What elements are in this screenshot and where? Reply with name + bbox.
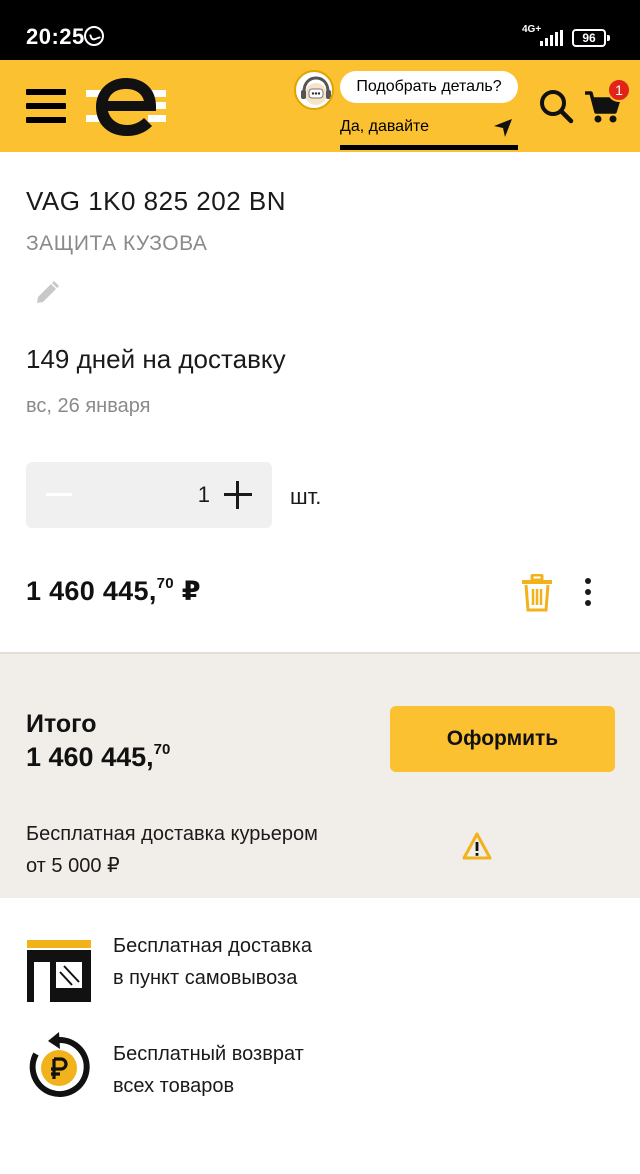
bot-question-bubble: Подобрать деталь? [340,71,518,103]
menu-icon[interactable] [26,89,66,123]
more-options-icon[interactable] [580,578,596,608]
bot-reply-text: Да, давайте [340,118,430,135]
product-category: ЗАЩИТА КУЗОВА [26,232,208,255]
bot-avatar[interactable] [294,70,334,110]
trash-icon[interactable] [520,574,554,612]
feature-free-pickup: Бесплатная доставка в пункт самовывоза [0,930,640,1020]
delivery-date: вс, 26 января [26,395,151,417]
free-courier-notice: Бесплатная доставка курьером от 5 000 ₽ [26,823,318,877]
search-icon[interactable] [538,88,574,124]
bot-reply-field[interactable]: Да, давайте [340,112,518,150]
delivery-days: 149 дней на доставку [26,344,286,374]
cart-count-badge: 1 [607,78,631,102]
status-bar: 20:25 4G+ 96 [0,0,640,60]
feature-free-return: Бесплатный возврат всех товаров [0,1032,640,1126]
checkout-button[interactable]: Оформить [390,706,615,772]
quantity-unit: шт. [290,484,322,509]
network-type: 4G+ [522,24,542,35]
decrease-quantity-button[interactable] [46,493,72,496]
quantity-value[interactable]: 1 [176,482,210,508]
order-total-panel: Итого 1 460 445,70 Оформить Бесплатная д… [0,652,640,898]
whatsapp-icon [84,26,104,46]
warning-icon[interactable] [462,832,492,860]
signal-icon [540,30,563,46]
quantity-stepper: 1 [26,462,272,528]
app-header: Подобрать деталь? Да, давайте 1 [0,60,640,152]
battery-icon: 96 [572,29,610,47]
product-code: VAG 1K0 825 202 BN [26,186,287,216]
ruble-return-icon [29,1032,90,1097]
item-price: 1 460 445,70 ₽ [26,575,201,606]
increase-quantity-button[interactable] [224,481,252,509]
status-time: 20:25 [26,24,85,49]
pickup-point-icon [27,940,91,1002]
send-icon[interactable] [492,116,514,138]
logo-e[interactable] [86,72,166,140]
total-value: 1 460 445,70 [26,741,171,772]
feature-text: Бесплатный возврат всех товаров [113,1043,304,1097]
feature-text: Бесплатная доставка в пункт самовывоза [113,935,312,989]
edit-pencil-icon[interactable] [34,280,60,306]
total-label: Итого [26,710,97,738]
